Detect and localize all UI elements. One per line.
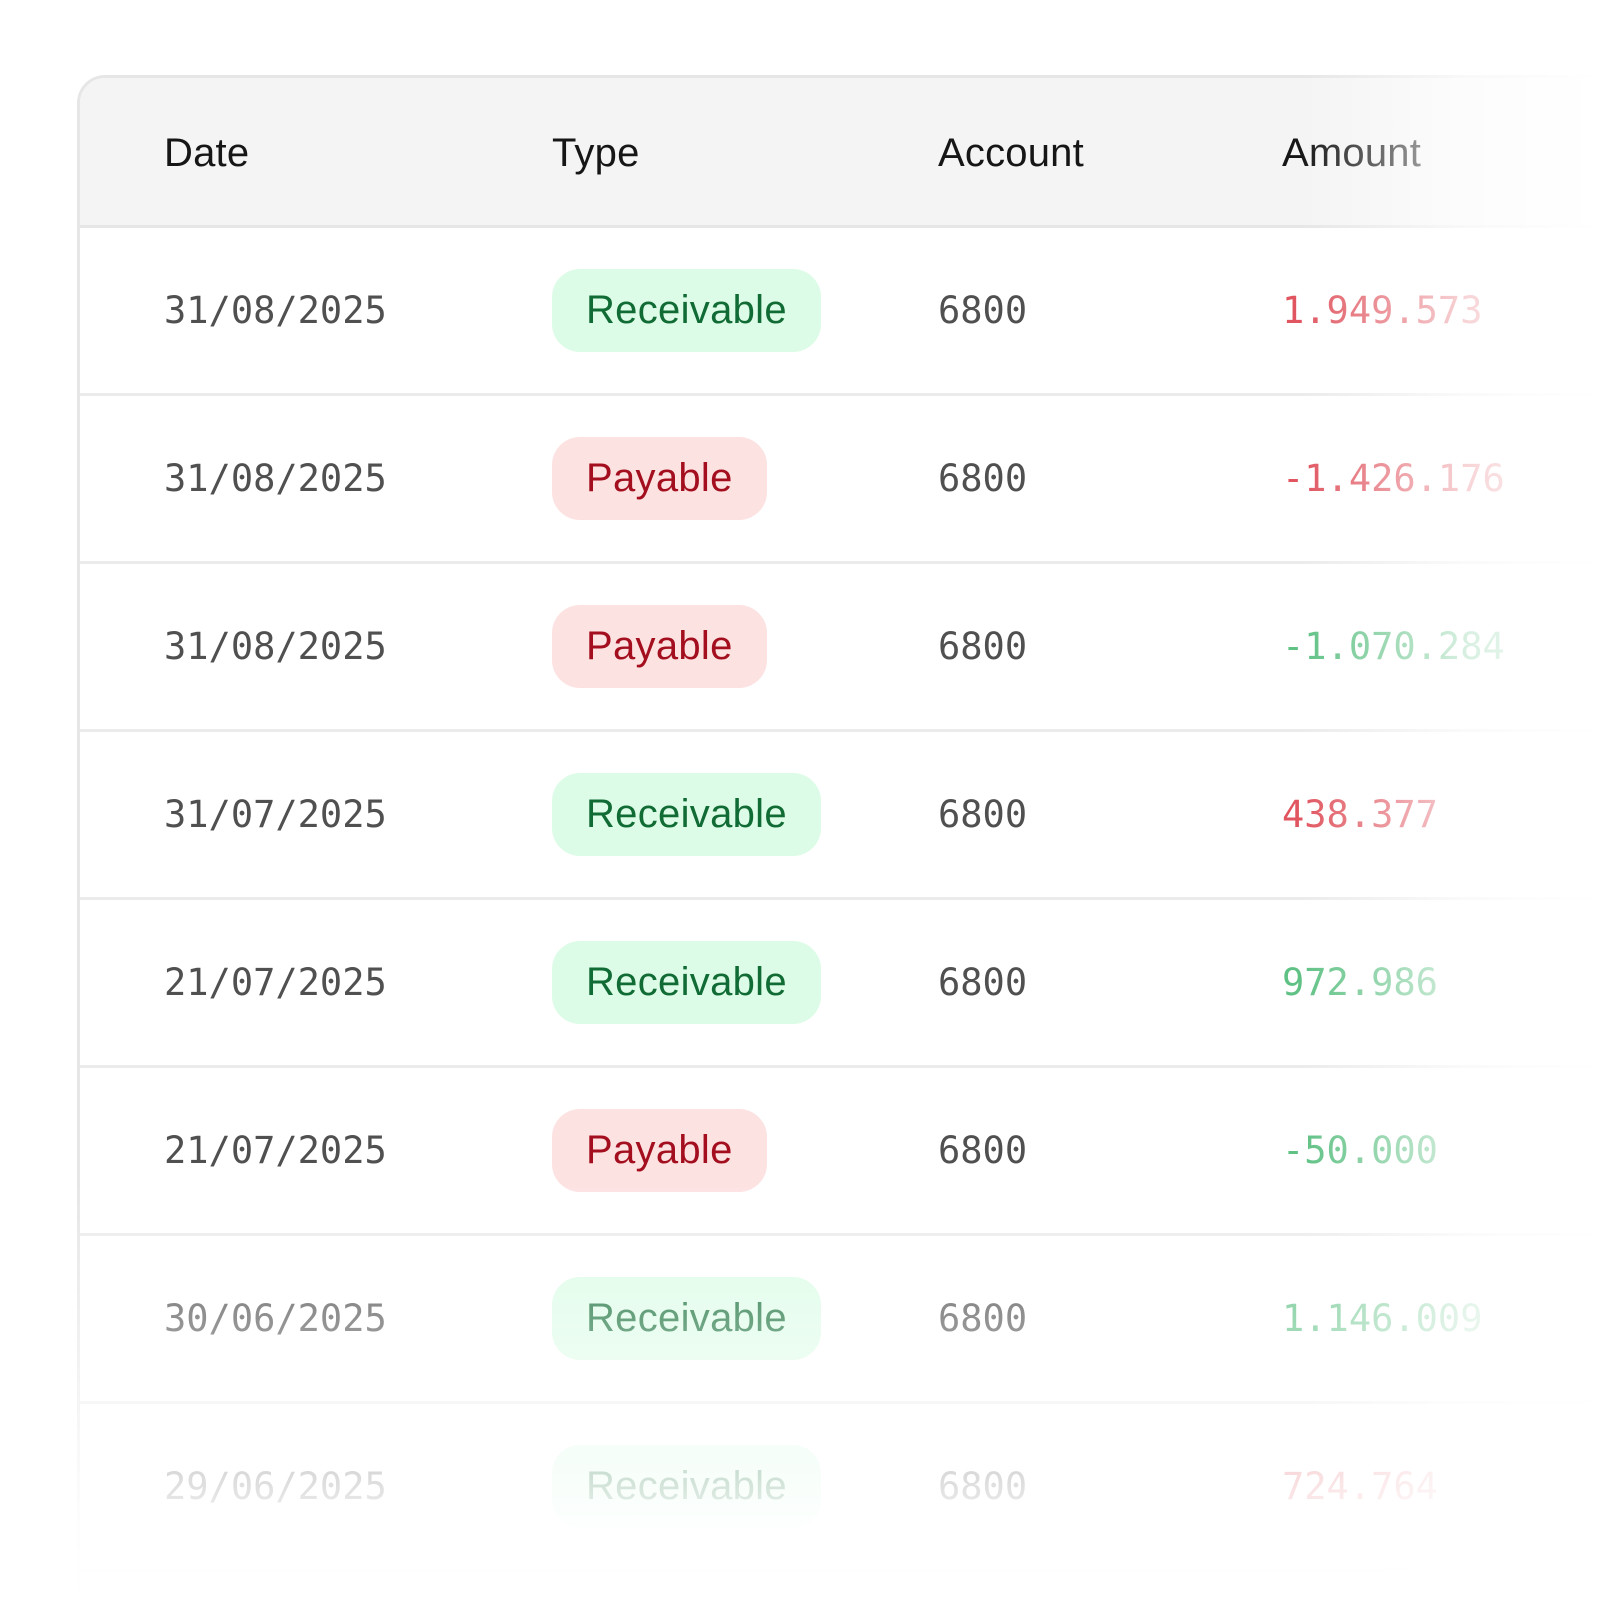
account-cell: 6800 [938, 961, 1028, 1004]
amount-cell: -50.000 [1282, 1129, 1438, 1172]
transactions-table: Date Type Account Amount 31/08/2025 Rece… [77, 75, 1600, 1600]
type-badge-receivable: Receivable [552, 269, 821, 352]
account-cell: 6800 [938, 1297, 1028, 1340]
table-row[interactable]: 31/08/2025 Receivable 6800 1.949.573 [80, 228, 1600, 396]
table-row[interactable]: 31/08/2025 Payable 6800 -1.070.284 [80, 564, 1600, 732]
account-cell: 6800 [938, 289, 1028, 332]
date-cell: 30/06/2025 [164, 1297, 387, 1340]
type-cell: Receivable [552, 1404, 821, 1569]
table-row[interactable]: 31/08/2025 Payable 6800 -1.426.176 [80, 396, 1600, 564]
type-badge-payable: Payable [552, 1109, 767, 1192]
date-cell: 31/08/2025 [164, 289, 387, 332]
type-badge-receivable: Receivable [552, 773, 821, 856]
column-header-amount[interactable]: Amount [1282, 78, 1421, 228]
column-header-date[interactable]: Date [164, 78, 249, 228]
table-row[interactable]: 30/06/2025 Receivable 6800 1.146.009 [80, 1236, 1600, 1404]
type-cell: Receivable [552, 900, 821, 1065]
account-cell: 6800 [938, 1465, 1028, 1508]
type-badge-payable: Payable [552, 605, 767, 688]
amount-cell: 438.377 [1282, 793, 1438, 836]
type-badge-payable: Payable [552, 437, 767, 520]
type-cell: Receivable [552, 1236, 821, 1401]
column-header-type[interactable]: Type [552, 78, 640, 228]
amount-cell: 972.986 [1282, 961, 1438, 1004]
table-row[interactable]: 31/07/2025 Receivable 6800 438.377 [80, 732, 1600, 900]
account-cell: 6800 [938, 625, 1028, 668]
date-cell: 31/07/2025 [164, 793, 387, 836]
date-cell: 21/07/2025 [164, 1129, 387, 1172]
amount-cell: -1.426.176 [1282, 457, 1505, 500]
type-badge-receivable: Receivable [552, 1277, 821, 1360]
table-row[interactable]: 29/06/2025 Receivable 6800 724.764 [80, 1404, 1600, 1572]
table-row[interactable]: 21/07/2025 Payable 6800 -50.000 [80, 1068, 1600, 1236]
type-badge-receivable: Receivable [552, 941, 821, 1024]
account-cell: 6800 [938, 793, 1028, 836]
date-cell: 31/08/2025 [164, 457, 387, 500]
page: Date Type Account Amount 31/08/2025 Rece… [0, 0, 1600, 1600]
amount-cell: 1.146.009 [1282, 1297, 1483, 1340]
column-header-account[interactable]: Account [938, 78, 1084, 228]
type-cell: Payable [552, 1068, 767, 1233]
table-header: Date Type Account Amount [80, 78, 1600, 228]
account-cell: 6800 [938, 457, 1028, 500]
amount-cell: -1.070.284 [1282, 625, 1505, 668]
date-cell: 29/06/2025 [164, 1465, 387, 1508]
date-cell: 31/08/2025 [164, 625, 387, 668]
type-badge-receivable: Receivable [552, 1445, 821, 1528]
type-cell: Payable [552, 396, 767, 561]
type-cell: Payable [552, 564, 767, 729]
type-cell: Receivable [552, 732, 821, 897]
account-cell: 6800 [938, 1129, 1028, 1172]
amount-cell: 724.764 [1282, 1465, 1438, 1508]
date-cell: 21/07/2025 [164, 961, 387, 1004]
type-cell: Receivable [552, 228, 821, 393]
amount-cell: 1.949.573 [1282, 289, 1483, 332]
table-row[interactable]: 21/07/2025 Receivable 6800 972.986 [80, 900, 1600, 1068]
